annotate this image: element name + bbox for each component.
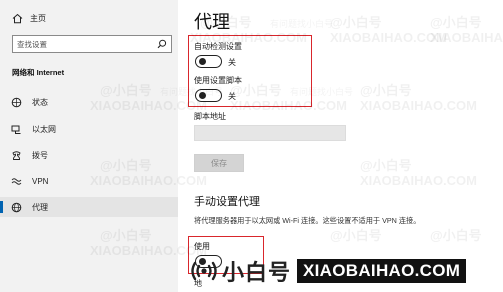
manual-proxy-description: 将代理服务器用于以太网或 Wi-Fi 连接。这些设置不适用于 VPN 连接。 xyxy=(194,216,421,225)
sidebar-item-status[interactable]: 状态 xyxy=(0,92,178,112)
ethernet-icon xyxy=(10,123,22,135)
sidebar-item-label: 代理 xyxy=(32,202,48,212)
sidebar-item-label: 拨号 xyxy=(32,150,48,160)
sidebar-item-label: 以太网 xyxy=(32,124,56,134)
search-box[interactable] xyxy=(12,35,172,53)
vpn-icon xyxy=(10,175,22,187)
globe-status-icon xyxy=(10,96,22,108)
use-script-label: 使用设置脚本 xyxy=(194,76,242,85)
sidebar-item-label: 状态 xyxy=(32,97,48,107)
script-address-field[interactable] xyxy=(194,125,346,141)
toggle-knob xyxy=(199,58,206,65)
sidebar-item-vpn[interactable]: VPN xyxy=(0,171,178,191)
home-icon xyxy=(10,13,24,24)
sidebar-item-ethernet[interactable]: 以太网 xyxy=(0,119,178,139)
sidebar-item-dialup[interactable]: 拨号 xyxy=(0,145,178,165)
broadcast-logo-icon xyxy=(188,257,220,285)
save-button[interactable]: 保存 xyxy=(194,154,244,172)
sidebar-home-label: 主页 xyxy=(30,13,46,23)
toggle-knob xyxy=(199,92,206,99)
use-proxy-label: 使用 xyxy=(194,242,210,251)
settings-sidebar: 主页 网络和 Internet 状态 以太网 拨号 VPN xyxy=(0,0,178,292)
search-input[interactable] xyxy=(17,39,157,49)
auto-detect-state: 关 xyxy=(228,58,236,67)
brand-name-cn: 小白号 xyxy=(222,260,292,285)
auto-detect-label: 自动检测设置 xyxy=(194,42,242,51)
sidebar-section-title: 网络和 Internet xyxy=(12,68,65,77)
proxy-settings-panel: 代理 自动检测设置 关 使用设置脚本 关 脚本地址 保存 手动设置代理 将代理服… xyxy=(178,0,503,292)
use-script-toggle[interactable] xyxy=(195,89,222,102)
brand-logo: 小白号 XIAOBAIHAO.COM xyxy=(188,256,500,286)
sidebar-home[interactable]: 主页 xyxy=(10,11,46,25)
search-icon[interactable] xyxy=(157,39,167,49)
manual-proxy-title: 手动设置代理 xyxy=(194,196,260,208)
brand-name-en: XIAOBAIHAO.COM xyxy=(297,259,467,283)
dial-up-icon xyxy=(10,149,22,161)
globe-proxy-icon xyxy=(10,201,22,213)
sidebar-item-label: VPN xyxy=(32,176,49,186)
page-title: 代理 xyxy=(194,12,230,32)
script-address-label: 脚本地址 xyxy=(194,112,226,121)
sidebar-item-proxy[interactable]: 代理 xyxy=(0,197,178,217)
auto-detect-toggle[interactable] xyxy=(195,55,222,68)
use-script-state: 关 xyxy=(228,92,236,101)
